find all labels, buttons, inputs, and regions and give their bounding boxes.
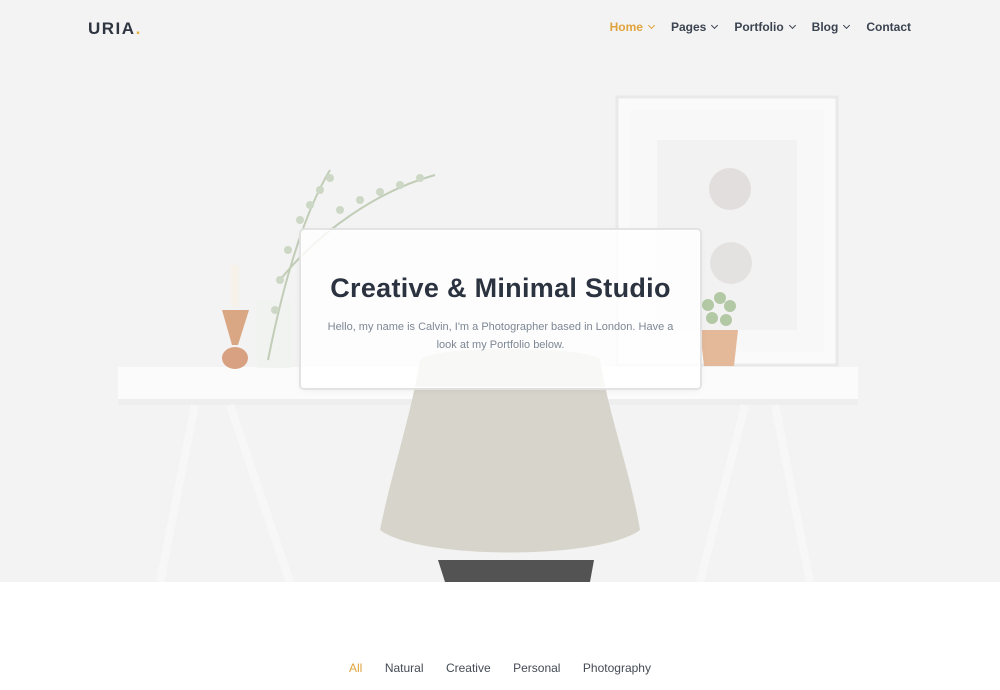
chevron-down-icon — [843, 21, 851, 29]
filter-photography[interactable]: Photography — [583, 661, 651, 675]
nav-item-home[interactable]: Home — [609, 20, 656, 34]
nav-item-pages[interactable]: Pages — [670, 20, 719, 34]
brand-name: URIA — [88, 19, 136, 38]
nav-item-label: Pages — [670, 20, 707, 34]
nav-item-portfolio[interactable]: Portfolio — [734, 20, 796, 34]
nav-item-blog[interactable]: Blog — [811, 20, 851, 34]
brand-dot: . — [135, 19, 142, 38]
portfolio-filters: All Natural Creative Personal Photograph… — [0, 659, 1000, 677]
nav-item-label: Portfolio — [734, 20, 784, 34]
nav-item-label: Contact — [866, 20, 911, 34]
filter-all[interactable]: All — [349, 661, 362, 675]
chevron-down-icon — [647, 21, 656, 29]
main-nav: Home Pages Portfolio Blog Contact — [593, 20, 911, 34]
hero-section: URIA. Home Pages Portfolio Blog Contact — [0, 0, 1000, 582]
filter-natural[interactable]: Natural — [385, 661, 424, 675]
hero-card: Creative & Minimal Studio Hello, my name… — [301, 230, 700, 388]
hero-subtitle: Hello, my name is Calvin, I'm a Photogra… — [327, 321, 674, 351]
hero-title: Creative & Minimal Studio — [330, 273, 671, 303]
brand-logo[interactable]: URIA. — [88, 19, 142, 39]
filter-creative[interactable]: Creative — [446, 661, 491, 675]
filter-personal[interactable]: Personal — [513, 661, 560, 675]
nav-item-label: Home — [609, 20, 643, 34]
navbar: URIA. Home Pages Portfolio Blog Contact — [0, 0, 1000, 58]
chevron-down-icon — [788, 21, 796, 29]
chevron-down-icon — [711, 21, 719, 29]
nav-item-contact[interactable]: Contact — [866, 20, 911, 34]
nav-item-label: Blog — [811, 20, 839, 34]
